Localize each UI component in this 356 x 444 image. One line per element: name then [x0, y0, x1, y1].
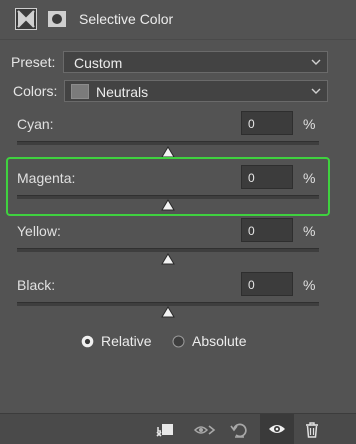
absolute-radio[interactable] [172, 335, 185, 348]
cyan-unit: % [303, 116, 316, 132]
view-previous-icon[interactable] [194, 422, 216, 438]
chevron-down-icon [311, 88, 321, 94]
yellow-slider-track[interactable] [17, 248, 319, 252]
magenta-slider-thumb[interactable] [161, 199, 175, 211]
colors-label: Colors: [13, 83, 58, 99]
layer-mask-icon[interactable] [47, 10, 67, 28]
preset-label: Preset: [11, 54, 56, 70]
black-label: Black: [17, 277, 56, 293]
reset-icon[interactable] [230, 422, 248, 438]
panel-title: Selective Color [79, 11, 174, 27]
yellow-input[interactable]: 0 [241, 218, 293, 242]
black-slider-thumb[interactable] [161, 306, 175, 318]
colors-dropdown[interactable]: Neutrals [64, 80, 328, 102]
relative-label[interactable]: Relative [101, 333, 152, 349]
black-unit: % [303, 277, 316, 293]
absolute-label[interactable]: Absolute [192, 333, 246, 349]
chevron-down-icon [311, 59, 321, 65]
cyan-input[interactable]: 0 [241, 111, 293, 135]
preset-dropdown[interactable]: Custom [63, 51, 328, 73]
yellow-slider-thumb[interactable] [161, 253, 175, 265]
panel-footer [0, 413, 356, 444]
visibility-toggle-button[interactable] [260, 414, 294, 444]
colors-value: Neutrals [96, 84, 149, 100]
neutrals-swatch [71, 84, 89, 99]
visibility-eye-icon [269, 425, 285, 433]
yellow-unit: % [303, 223, 316, 239]
panel-header: Selective Color [0, 0, 356, 40]
magenta-unit: % [303, 170, 316, 186]
cyan-slider-track[interactable] [17, 141, 319, 145]
trash-icon[interactable] [304, 422, 320, 438]
preset-value: Custom [74, 55, 123, 71]
relative-radio[interactable] [81, 335, 94, 348]
cyan-label: Cyan: [17, 116, 54, 132]
adjustment-layer-icon[interactable] [15, 8, 37, 30]
magenta-input[interactable]: 0 [241, 165, 293, 189]
magenta-label: Magenta: [17, 170, 76, 186]
clip-to-layer-icon[interactable] [156, 422, 174, 438]
black-input[interactable]: 0 [241, 272, 293, 296]
yellow-label: Yellow: [17, 223, 61, 239]
